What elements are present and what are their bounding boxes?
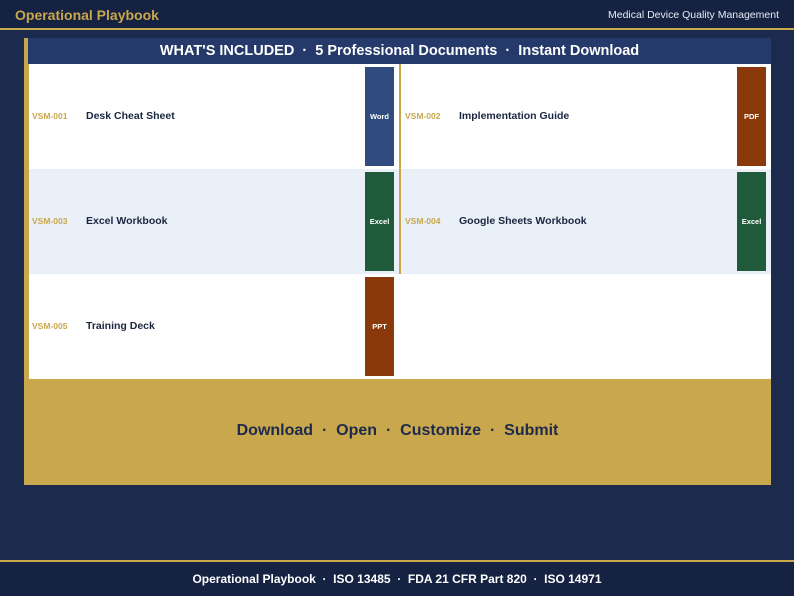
document-code: VSM-004 xyxy=(405,216,441,226)
format-badge: Word xyxy=(365,67,394,166)
document-code: VSM-003 xyxy=(32,216,68,226)
tagline: Medical Device Quality Management xyxy=(608,9,779,21)
format-badge: Excel xyxy=(365,172,394,271)
document-title: Training Deck xyxy=(86,320,155,332)
document-card[interactable]: VSM-004 Google Sheets Workbook Excel xyxy=(402,169,771,274)
format-badge: PPT xyxy=(365,277,394,376)
document-title: Implementation Guide xyxy=(459,110,570,122)
format-badge: PDF xyxy=(737,67,766,166)
document-code: VSM-002 xyxy=(405,111,441,121)
document-title: Desk Cheat Sheet xyxy=(86,110,175,122)
document-card[interactable]: VSM-005 Training Deck PPT xyxy=(29,274,399,379)
document-card[interactable]: VSM-002 Implementation Guide PDF xyxy=(402,64,771,169)
document-title: Excel Workbook xyxy=(86,215,168,227)
workflow-steps: Download · Open · Customize · Submit xyxy=(236,422,559,439)
brand-title: Operational Playbook xyxy=(15,7,159,23)
format-badge: Excel xyxy=(737,172,766,271)
document-code: VSM-001 xyxy=(32,111,68,121)
document-grid: VSM-001 Desk Cheat Sheet Word VSM-002 Im… xyxy=(29,64,771,379)
document-card[interactable]: VSM-003 Excel Workbook Excel xyxy=(29,169,399,274)
footer-bar: Operational Playbook · ISO 13485 · FDA 2… xyxy=(0,560,794,596)
document-row: VSM-005 Training Deck PPT xyxy=(29,274,771,379)
document-card[interactable]: VSM-001 Desk Cheat Sheet Word xyxy=(29,64,399,169)
top-bar: Operational Playbook Medical Device Qual… xyxy=(0,0,794,30)
document-code: VSM-005 xyxy=(32,321,68,331)
document-title: Google Sheets Workbook xyxy=(459,215,587,227)
column-divider xyxy=(399,64,401,274)
panel-heading: WHAT'S INCLUDED · 5 Professional Documen… xyxy=(28,38,771,64)
included-panel: WHAT'S INCLUDED · 5 Professional Documen… xyxy=(24,38,771,485)
